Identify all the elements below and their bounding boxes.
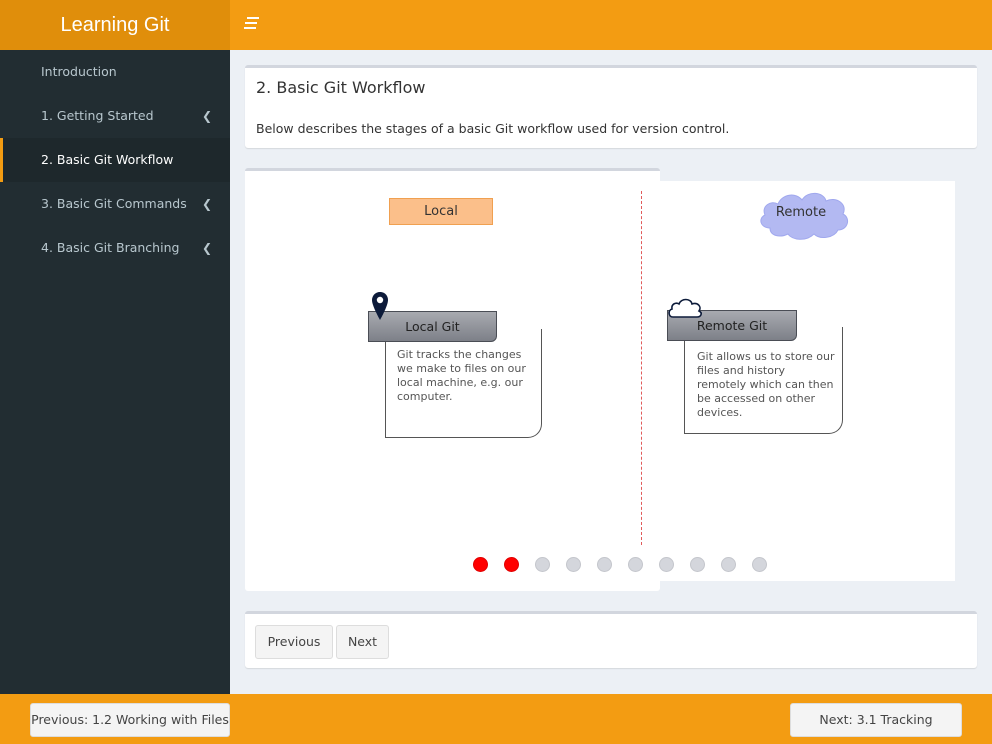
slide-dot[interactable] <box>628 557 643 572</box>
remote-tag: Remote <box>775 205 827 220</box>
local-remote-divider <box>641 191 642 545</box>
slide-dot[interactable] <box>566 557 581 572</box>
slide-dot[interactable] <box>752 557 767 572</box>
sidebar-item-label: 3. Basic Git Commands <box>41 196 187 211</box>
sidebar-item-basic-git-commands[interactable]: 3. Basic Git Commands ❮ <box>0 182 230 226</box>
local-tag: Local <box>389 198 493 225</box>
slide-dot[interactable] <box>504 557 519 572</box>
previous-section-button[interactable]: Previous: 1.2 Working with Files <box>30 703 230 737</box>
chevron-left-icon: ❮ <box>201 109 212 123</box>
sidebar-item-introduction[interactable]: Introduction <box>0 50 230 94</box>
slide-dot[interactable] <box>690 557 705 572</box>
local-git-description: Git tracks the changes we make to files … <box>397 348 526 403</box>
small-cloud-icon <box>668 298 702 318</box>
slide-dot[interactable] <box>597 557 612 572</box>
title-box: 2. Basic Git Workflow Below describes th… <box>245 65 977 148</box>
slide-dot[interactable] <box>473 557 488 572</box>
sidebar-item-basic-git-branching[interactable]: 4. Basic Git Branching ❮ <box>0 226 230 270</box>
sidebar-item-label: 1. Getting Started <box>41 108 154 123</box>
pager-box: Previous Next <box>245 611 977 668</box>
next-section-button[interactable]: Next: 3.1 Tracking Changes <box>790 703 962 737</box>
menu-toggle-icon[interactable] <box>244 17 260 33</box>
footer-bar: Previous: 1.2 Working with Files Next: 3… <box>0 694 992 744</box>
sidebar-item-getting-started[interactable]: 1. Getting Started ❮ <box>0 94 230 138</box>
page-description: Below describes the stages of a basic Gi… <box>256 121 730 136</box>
top-navbar: Learning Git <box>0 0 992 50</box>
sidebar-item-label: Introduction <box>41 64 117 79</box>
slide-dot[interactable] <box>535 557 550 572</box>
location-pin-icon <box>372 292 388 320</box>
chevron-left-icon: ❮ <box>201 197 212 211</box>
chevron-left-icon: ❮ <box>201 241 212 255</box>
sidebar-item-basic-git-workflow[interactable]: 2. Basic Git Workflow <box>0 138 230 182</box>
sidebar-item-label: 4. Basic Git Branching <box>41 240 180 255</box>
brand-title[interactable]: Learning Git <box>0 0 230 50</box>
next-button[interactable]: Next <box>336 625 389 659</box>
previous-button[interactable]: Previous <box>255 625 333 659</box>
remote-git-description: Git allows us to store our files and his… <box>697 350 835 419</box>
sidebar-item-label: 2. Basic Git Workflow <box>41 152 174 167</box>
sidebar: Introduction 1. Getting Started ❮ 2. Bas… <box>0 50 230 694</box>
slide-dot[interactable] <box>721 557 736 572</box>
page-title: 2. Basic Git Workflow <box>256 78 426 97</box>
slide-dot[interactable] <box>659 557 674 572</box>
